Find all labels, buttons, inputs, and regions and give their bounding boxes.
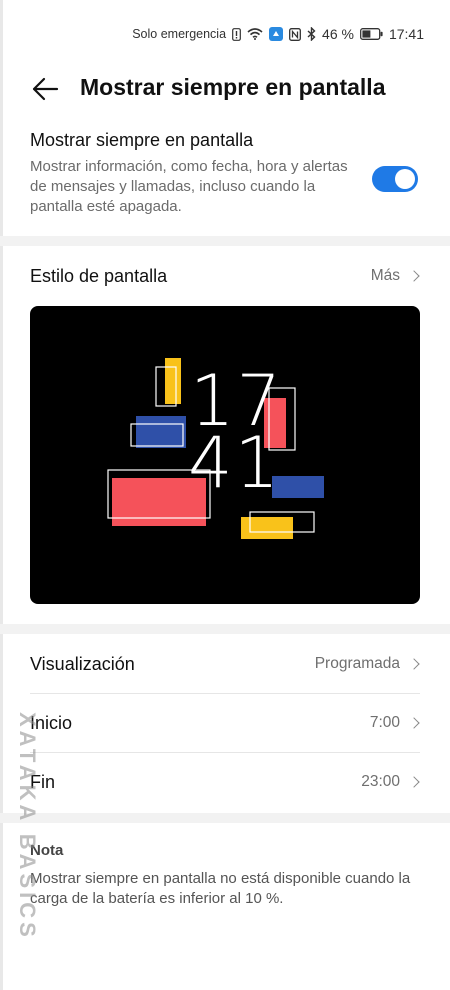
start-time-row[interactable]: Inicio 7:00 <box>30 694 420 752</box>
more-label: Más <box>370 267 400 284</box>
end-time-row[interactable]: Fin 23:00 <box>30 753 420 811</box>
status-bar: Solo emergencia 46 % 17:41 <box>0 0 450 64</box>
always-on-setting: Mostrar siempre en pantalla Mostrar info… <box>30 130 420 217</box>
back-arrow-icon <box>32 77 59 101</box>
visualization-value: Programada <box>314 655 400 672</box>
app-bar: Mostrar siempre en pantalla <box>0 64 450 114</box>
visualization-row[interactable]: Visualización Programada <box>30 635 420 693</box>
watermark-text: XATAKA BASICS <box>15 712 40 941</box>
note-section: Nota Mostrar siempre en pantalla no está… <box>30 842 420 909</box>
visualization-value-group: Programada <box>315 655 420 673</box>
chevron-right-icon <box>408 776 420 788</box>
display-style-label: Estilo de pantalla <box>30 265 168 286</box>
bluetooth-icon <box>307 27 316 41</box>
chevron-right-icon <box>408 658 420 670</box>
nfc-icon <box>289 27 301 41</box>
end-value-group: 23:00 <box>361 773 420 791</box>
chevron-right-icon <box>408 717 420 729</box>
note-text: Mostrar siempre en pantalla no está disp… <box>30 870 411 907</box>
start-value: 7:00 <box>369 714 400 731</box>
note-title: Nota <box>30 842 64 859</box>
always-on-description: Mostrar información, como fecha, hora y … <box>30 158 348 215</box>
yellow-block-bottom <box>241 517 293 539</box>
status-time: 17:41 <box>388 26 424 42</box>
visualization-label: Visualización <box>30 653 135 674</box>
start-value-group: 7:00 <box>370 714 420 732</box>
display-style-more[interactable]: Más <box>371 267 420 285</box>
always-on-title: Mostrar siempre en pantalla <box>30 130 254 150</box>
left-edge-line <box>0 0 3 990</box>
status-bar-right: Solo emergencia 46 % 17:41 <box>132 26 424 42</box>
battery-icon <box>360 28 383 40</box>
preview-minute: 41 <box>188 422 282 504</box>
yellow-block-top <box>165 358 181 404</box>
section-divider <box>0 236 450 246</box>
app-notification-icon <box>269 27 284 41</box>
page-title: Mostrar siempre en pantalla <box>80 74 386 100</box>
chevron-right-icon <box>408 270 420 282</box>
back-button[interactable] <box>28 74 62 104</box>
section-divider <box>0 813 450 823</box>
wifi-icon <box>247 28 263 40</box>
battery-percent: 46 % <box>322 26 354 42</box>
carrier-text: Solo emergencia <box>132 27 227 41</box>
watermark: XATAKA BASICS <box>14 712 44 972</box>
toggle-knob <box>395 169 415 189</box>
section-divider <box>0 624 450 634</box>
display-style-row[interactable]: Estilo de pantalla Más <box>30 247 420 305</box>
clock-style-preview[interactable]: 17 41 <box>30 306 420 604</box>
alert-icon <box>232 27 241 41</box>
end-value: 23:00 <box>361 773 400 790</box>
always-on-toggle[interactable] <box>372 166 418 192</box>
blue-block-left <box>136 416 186 448</box>
